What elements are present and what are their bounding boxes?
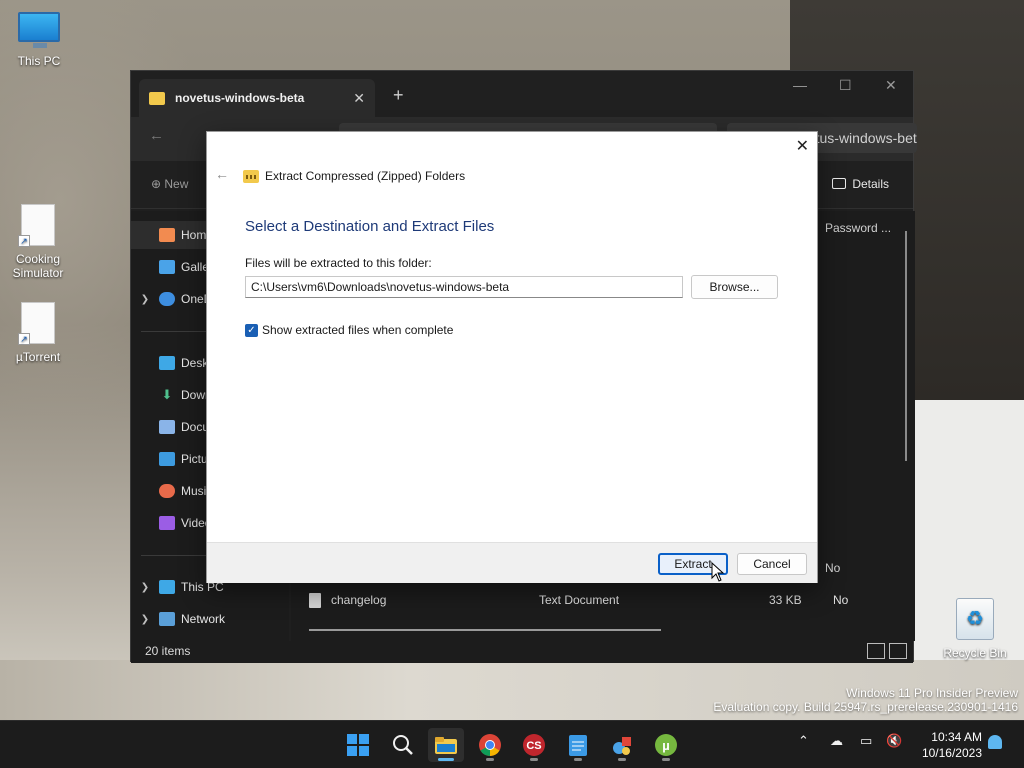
app-icon[interactable] — [604, 728, 640, 762]
vertical-scrollbar[interactable] — [905, 231, 907, 461]
monitor-icon — [159, 580, 175, 594]
mouse-cursor-icon — [711, 562, 725, 582]
item-count: 20 items — [145, 644, 191, 658]
shortcut-file-icon: ↗ — [18, 302, 55, 345]
back-arrow-icon[interactable]: ← — [149, 127, 164, 144]
nav-item-network[interactable]: ❯ Network — [131, 605, 289, 633]
chevron-up-icon[interactable]: ⌃ — [798, 733, 809, 749]
monitor-icon — [18, 12, 60, 48]
dialog-footer: Extract Cancel — [207, 542, 817, 583]
download-icon: ⬇ — [161, 387, 173, 402]
utorrent-icon[interactable]: µ — [648, 728, 684, 762]
extract-dialog: ✕ ← Extract Compressed (Zipped) Folders … — [206, 131, 818, 583]
new-tab-icon[interactable]: + — [393, 85, 404, 106]
system-clock[interactable]: 10:34 AM 10/16/2023 — [912, 729, 982, 761]
table-row[interactable]: changelog Text Document 33 KB No — [309, 589, 849, 611]
recycle-bin-icon: ♻ — [956, 598, 994, 640]
cancel-button[interactable]: Cancel — [737, 553, 807, 575]
file-explorer-icon[interactable] — [428, 728, 464, 762]
desktop-icon-cooking-simulator[interactable]: ↗ Cooking Simulator — [6, 204, 70, 280]
chevron-right-icon[interactable]: ❯ — [131, 582, 159, 593]
desktop-icon-label: This PC — [17, 54, 61, 68]
explorer-tab[interactable]: novetus-windows-beta ✕ — [139, 79, 375, 117]
chevron-right-icon[interactable]: ❯ — [131, 294, 159, 305]
music-icon — [159, 484, 175, 498]
chrome-icon[interactable] — [472, 728, 508, 762]
shortcut-file-icon: ↗ — [18, 204, 55, 247]
new-button-label: New — [164, 177, 189, 191]
file-password: No — [833, 593, 849, 607]
tiles-view-icon[interactable] — [889, 643, 907, 659]
explorer-titlebar: novetus-windows-beta ✕ + — ☐ ✕ — [131, 71, 913, 117]
destination-path-input[interactable]: C:\Users\vm6\Downloads\novetus-windows-b… — [245, 276, 683, 298]
new-button[interactable]: ⊕ New — [151, 177, 188, 191]
show-files-checkbox-row[interactable]: ✓ Show extracted files when complete — [245, 323, 453, 337]
folder-icon — [149, 91, 165, 105]
onedrive-icon[interactable]: ☁ — [830, 733, 843, 749]
checkbox-checked-icon[interactable]: ✓ — [245, 323, 258, 337]
details-button[interactable]: Details — [832, 177, 889, 191]
desktop-icon-label: Recycle Bin — [943, 646, 1007, 660]
minimize-icon[interactable]: — — [793, 77, 807, 93]
tab-close-icon[interactable]: ✕ — [353, 90, 365, 107]
watermark-line-1: Windows 11 Pro Insider Preview — [846, 686, 1018, 700]
search-icon[interactable] — [385, 728, 421, 762]
gallery-icon — [159, 260, 175, 274]
zip-folder-icon — [243, 169, 259, 183]
taskbar: CS µ ⌃ ☁ ▭ 🔇 — [0, 720, 1024, 768]
notification-bell-icon[interactable] — [988, 735, 1002, 749]
clock-date: 10/16/2023 — [921, 746, 982, 760]
close-icon[interactable]: ✕ — [796, 136, 809, 156]
network-icon — [159, 612, 175, 626]
desktop-icon-utorrent[interactable]: ↗ µTorrent — [6, 302, 70, 364]
display-icon[interactable]: ▭ — [860, 733, 872, 749]
desktop-icon — [159, 356, 175, 370]
svg-text:µ: µ — [662, 738, 670, 753]
close-window-icon[interactable]: ✕ — [885, 77, 897, 94]
status-bar: 20 items — [131, 641, 913, 663]
dialog-title: Select a Destination and Extract Files — [245, 218, 495, 235]
windows-watermark: Windows 11 Pro Insider Preview Evaluatio… — [713, 686, 1018, 714]
desktop-icon-this-pc[interactable]: This PC — [7, 12, 71, 68]
cs-app-icon[interactable]: CS — [516, 728, 552, 762]
document-icon — [159, 420, 175, 434]
maximize-icon[interactable]: ☐ — [839, 77, 852, 94]
checkbox-label: Show extracted files when complete — [262, 323, 454, 337]
details-pane-icon — [832, 178, 847, 189]
details-view-icon[interactable] — [867, 643, 885, 659]
watermark-line-2: Evaluation copy. Build 25947.rs_prerelea… — [713, 700, 1018, 714]
browse-button[interactable]: Browse... — [691, 275, 778, 299]
start-icon[interactable] — [340, 728, 376, 762]
file-name: changelog — [331, 593, 387, 607]
back-arrow-icon[interactable]: ← — [215, 166, 229, 182]
notepad-icon[interactable] — [560, 728, 596, 762]
pictures-icon — [159, 452, 175, 466]
file-type: Text Document — [539, 593, 620, 607]
volume-muted-icon[interactable]: 🔇 — [886, 733, 902, 749]
video-icon — [159, 516, 175, 530]
desktop-icon-recycle-bin[interactable]: ♻ Recycle Bin — [942, 598, 1008, 660]
horizontal-scrollbar[interactable] — [309, 629, 661, 631]
dialog-header: Extract Compressed (Zipped) Folders — [243, 169, 465, 183]
dialog-header-text: Extract Compressed (Zipped) Folders — [265, 169, 466, 183]
tab-title: novetus-windows-beta — [175, 91, 305, 105]
svg-text:CS: CS — [526, 740, 541, 752]
text-file-icon — [309, 592, 321, 608]
file-size: 33 KB — [769, 593, 802, 607]
destination-label: Files will be extracted to this folder: — [245, 256, 432, 270]
column-header-password[interactable]: Password ... — [825, 221, 891, 235]
details-label: Details — [852, 177, 889, 191]
desktop-icon-label: Cooking Simulator — [12, 252, 64, 280]
home-icon — [159, 228, 175, 242]
cloud-icon — [159, 292, 175, 306]
password-cell: No — [825, 561, 841, 575]
chevron-right-icon[interactable]: ❯ — [131, 614, 159, 625]
desktop-icon-label: µTorrent — [15, 350, 61, 364]
clock-time: 10:34 AM — [931, 730, 982, 744]
nav-item-label: Network — [181, 612, 226, 626]
